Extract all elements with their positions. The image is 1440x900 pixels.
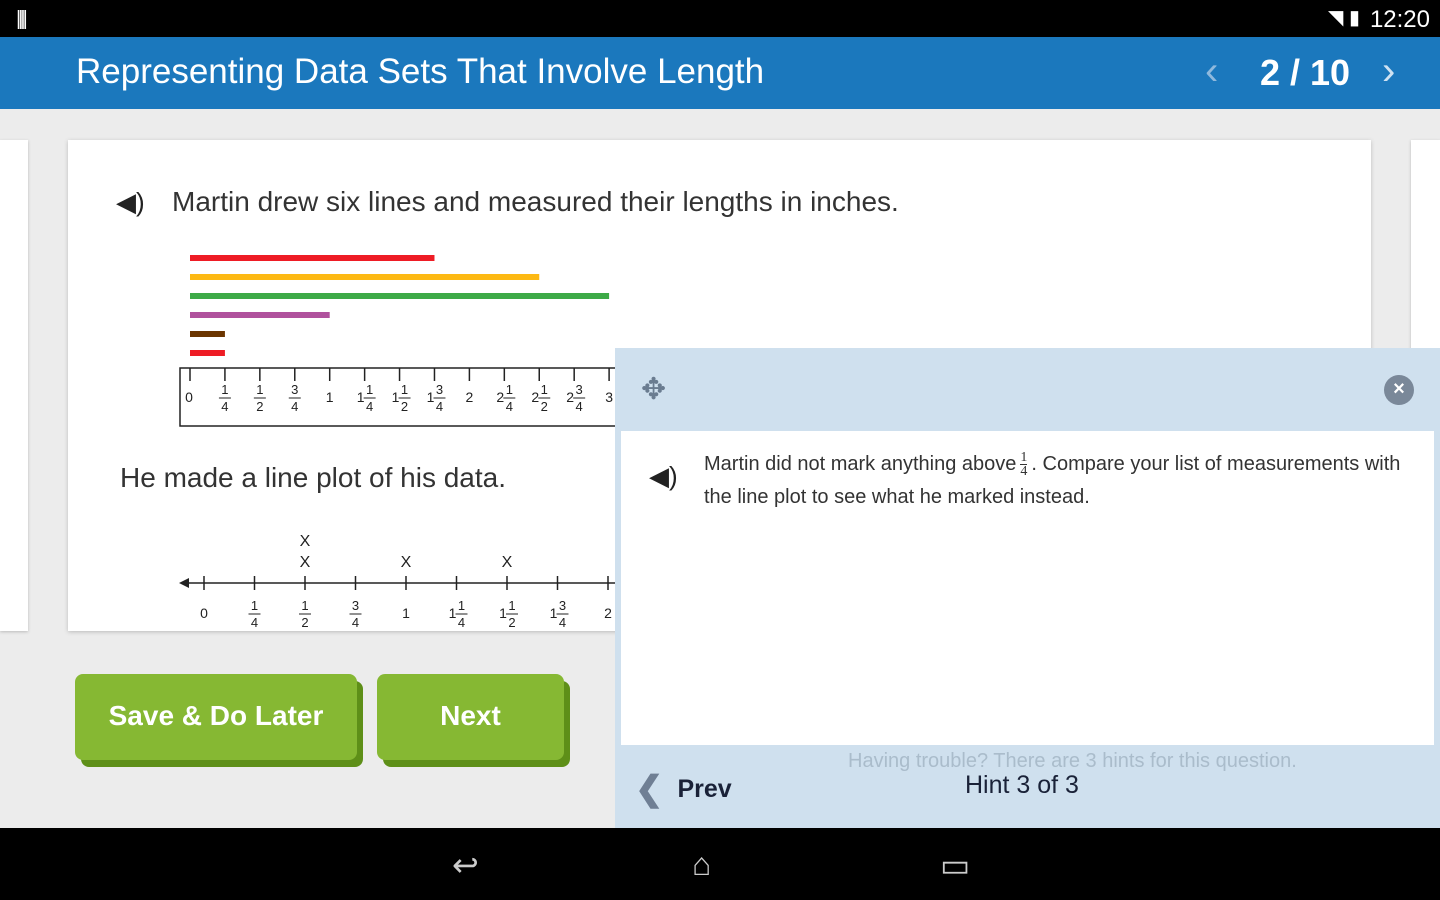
previous-question-chevron-icon[interactable]: ‹	[1205, 49, 1218, 94]
wifi-battery-icon: ◥ ▮	[1328, 7, 1360, 29]
tick-whole: 1	[392, 389, 400, 405]
page-title: Representing Data Sets That Involve Leng…	[76, 52, 765, 91]
tick-whole: 1	[449, 605, 457, 621]
tick-numerator: 1	[401, 382, 408, 397]
number-line-label: 1 3 4	[550, 598, 569, 630]
number-line-label: 1 14	[449, 598, 468, 630]
tick-numerator: 3	[291, 382, 298, 397]
close-icon[interactable]: ×	[1384, 375, 1414, 405]
system-nav-bar: ↩ ⌂ ▭	[0, 828, 1440, 900]
ruler-label: 3	[605, 389, 613, 405]
measured-line	[190, 274, 540, 280]
tick-whole: 1	[499, 605, 507, 621]
number-line-label: 1 12	[499, 598, 518, 630]
measured-line	[190, 293, 610, 299]
plot-text: He made a line plot of his data.	[120, 462, 507, 493]
tick-label: 0	[200, 605, 208, 621]
clock: 12:20	[1369, 6, 1430, 33]
tick-denominator: 4	[436, 399, 443, 414]
tick-label: 0	[185, 389, 193, 405]
ruler-label: 2	[466, 389, 474, 405]
tick-numerator: 1	[366, 382, 373, 397]
back-icon[interactable]: ↩	[452, 846, 479, 884]
tick-denominator: 4	[576, 399, 583, 414]
tick-label: 2	[466, 389, 474, 405]
tick-label: 2	[604, 605, 612, 621]
tick-denominator: 4	[559, 615, 566, 630]
tick-numerator: 3	[559, 598, 566, 613]
hint-counter: Hint 3 of 3	[965, 771, 1079, 799]
tick-whole: 2	[566, 389, 574, 405]
tick-numerator: 1	[506, 382, 513, 397]
plot-x-mark: X	[300, 533, 311, 550]
ruler	[179, 367, 626, 427]
tick-denominator: 4	[366, 399, 373, 414]
recent-apps-icon[interactable]: ▭	[940, 846, 970, 884]
app-icon: ||||	[16, 8, 28, 30]
tick-numerator: 3	[352, 598, 359, 613]
tick-numerator: 3	[436, 382, 443, 397]
tick-denominator: 4	[352, 615, 359, 630]
tick-denominator: 2	[401, 399, 408, 414]
move-icon[interactable]: ✥	[641, 372, 666, 407]
number-line-label: 14	[248, 598, 261, 630]
tick-whole: 1	[427, 389, 435, 405]
tick-whole: 2	[496, 389, 504, 405]
tick-denominator: 2	[256, 399, 263, 414]
prev-hint-button[interactable]: ❮ Prev	[635, 769, 732, 809]
tick-label: 1	[402, 605, 410, 621]
tick-numerator: 3	[576, 382, 583, 397]
number-line-label: 1	[402, 605, 410, 621]
tick-whole: 1	[357, 389, 365, 405]
speaker-icon[interactable]: ◀︎)	[649, 461, 678, 492]
previous-card	[0, 140, 28, 631]
tick-denominator: 4	[458, 615, 465, 630]
hint-trouble-text: Having trouble? There are 3 hints for th…	[848, 750, 1297, 772]
number-line-label: 34	[349, 598, 362, 630]
question-counter: 2 / 10	[1260, 52, 1351, 93]
tick-denominator: 4	[221, 399, 228, 414]
measured-line	[190, 255, 435, 261]
header: Representing Data Sets That Involve Leng…	[0, 37, 1440, 109]
tick-whole: 2	[531, 389, 539, 405]
number-line-label: 12	[299, 598, 311, 630]
measured-line	[190, 312, 330, 318]
tick-numerator: 1	[508, 598, 515, 613]
tick-numerator: 1	[256, 382, 263, 397]
tick-numerator: 1	[301, 598, 308, 613]
measured-line	[190, 331, 225, 337]
hint-text: Martin did not mark anything above 1 4. Co…	[704, 450, 1401, 508]
tick-denominator: 2	[541, 399, 548, 414]
hint-body: ◀︎) Martin did not mark anything above 1 4…	[621, 431, 1434, 745]
plot-x-mark: X	[300, 554, 311, 571]
tick-denominator: 4	[291, 399, 298, 414]
tick-label: 3	[605, 389, 613, 405]
number-line-label: 2	[604, 605, 612, 621]
next-button[interactable]: Next	[377, 674, 564, 760]
ruler-label: 0	[185, 389, 193, 405]
home-icon[interactable]: ⌂	[692, 846, 711, 883]
tick-label: 1	[326, 389, 334, 405]
fraction: 14	[1020, 450, 1028, 480]
chevron-left-icon: ❮	[635, 770, 664, 808]
ruler-label: 1	[326, 389, 334, 405]
tick-denominator: 2	[301, 615, 308, 630]
tick-denominator: 4	[506, 399, 513, 414]
plot-x-mark: X	[502, 554, 513, 571]
next-question-chevron-icon[interactable]: ›	[1382, 49, 1395, 94]
tick-numerator: 1	[458, 598, 465, 613]
plot-x-mark: X	[401, 554, 412, 571]
save-do-later-button[interactable]: Save & Do Later	[75, 674, 357, 760]
number-line-label: 0	[200, 605, 208, 621]
hint-panel: ✥ × ◀︎) Martin did not mark anything abo…	[615, 348, 1440, 828]
tick-numerator: 1	[541, 382, 548, 397]
tick-denominator: 2	[508, 615, 515, 630]
tick-whole: 1	[550, 605, 558, 621]
status-bar: |||| ◥ ▮ 12:20	[0, 0, 1440, 37]
arrow-left	[179, 578, 189, 588]
tick-numerator: 1	[251, 598, 258, 613]
tick-denominator: 4	[251, 615, 258, 630]
measured-line	[190, 350, 225, 356]
tick-numerator: 1	[221, 382, 228, 397]
